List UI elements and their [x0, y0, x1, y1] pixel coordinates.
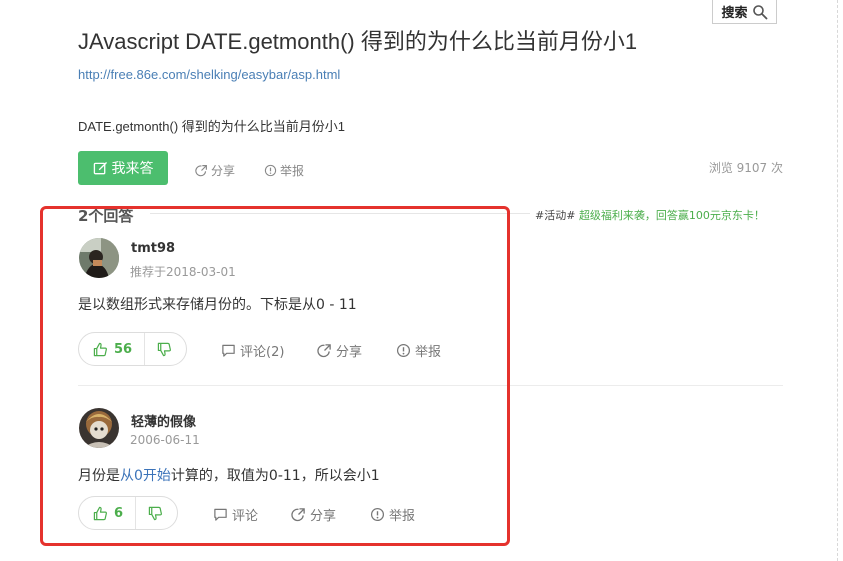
search-button[interactable]: 搜索	[712, 0, 777, 24]
share-icon	[317, 344, 331, 358]
answer-text: 是以数组形式来存储月份的。下标是从0 - 11	[78, 297, 357, 313]
answer-share-label: 分享	[336, 345, 363, 360]
thumbs-down-icon	[157, 342, 172, 356]
answer-report-label: 举报	[415, 345, 442, 360]
answer-author[interactable]: tmt98	[131, 241, 175, 256]
vote-pill: 56	[78, 332, 188, 366]
comment-button[interactable]: 评论	[213, 505, 258, 524]
answer-text-prefix: 月份是	[78, 468, 120, 484]
question-body: DATE.getmonth() 得到的为什么比当前月份小1	[78, 119, 346, 134]
comment-label: 评论	[232, 509, 259, 524]
share-icon	[291, 508, 305, 522]
avatar[interactable]	[79, 408, 119, 448]
comment-icon	[222, 344, 235, 357]
upvote-count: 6	[114, 505, 124, 521]
answer-share-label: 分享	[310, 509, 337, 524]
report-icon	[264, 164, 277, 177]
search-icon	[752, 4, 767, 19]
answer-report-button[interactable]: 举报	[396, 341, 441, 360]
answers-heading-rule	[150, 213, 530, 214]
avatar-image	[79, 238, 119, 278]
share-icon	[195, 165, 207, 177]
question-title: JAvascript DATE.getmonth() 得到的为什么比当前月份小1	[78, 29, 638, 54]
thumbs-down-icon	[148, 506, 163, 520]
promo-text: 超级福利来袭，回答赢100元京东卡！	[578, 209, 765, 222]
downvote-button[interactable]	[145, 333, 186, 365]
question-report-label: 举报	[280, 164, 305, 178]
promo-tag: #活动#	[535, 209, 576, 222]
answer-author[interactable]: 轻薄的假像	[131, 411, 196, 430]
answer-report-label: 举报	[389, 509, 416, 524]
answer-inline-link[interactable]: 从0开始	[120, 468, 171, 484]
answer-question-button[interactable]: 我来答	[78, 151, 168, 185]
page-edge-divider	[837, 0, 838, 561]
comment-button[interactable]: 评论(2)	[221, 341, 284, 360]
report-icon	[370, 507, 385, 522]
upvote-button[interactable]: 6	[79, 497, 137, 529]
answers-count-heading: 2个回答	[78, 207, 134, 225]
question-report-button[interactable]: 举报	[264, 162, 304, 179]
report-icon	[396, 343, 411, 358]
downvote-button[interactable]	[136, 497, 177, 529]
thumbs-up-icon	[93, 506, 107, 520]
answer-divider	[78, 385, 783, 386]
comment-label: 评论(2)	[240, 345, 285, 360]
question-share-label: 分享	[211, 164, 236, 178]
answer-text: 月份是从0开始计算的，取值为0-11，所以会小1	[78, 465, 380, 485]
upvote-count: 56	[114, 341, 133, 357]
edit-icon	[93, 161, 107, 174]
answer-report-button[interactable]: 举报	[370, 505, 415, 524]
view-count: 浏览 9107 次	[708, 161, 783, 175]
avatar-image	[79, 408, 119, 448]
answer-text-suffix: 计算的，取值为0-11，所以会小1	[170, 468, 380, 484]
answer-share-button[interactable]: 分享	[317, 341, 362, 360]
question-share-button[interactable]: 分享	[195, 162, 235, 179]
question-source-link[interactable]: http://free.86e.com/shelking/easybar/asp…	[78, 67, 340, 82]
answer-date: 2006-06-11	[130, 433, 200, 447]
comment-icon	[214, 508, 227, 521]
promo-banner[interactable]: #活动# 超级福利来袭，回答赢100元京东卡！	[535, 207, 765, 223]
vote-pill: 6	[78, 496, 179, 530]
answer-share-button[interactable]: 分享	[291, 505, 336, 524]
avatar[interactable]	[79, 238, 119, 278]
answer-date: 推荐于2018-03-01	[130, 265, 236, 279]
thumbs-up-icon	[93, 342, 107, 356]
upvote-button[interactable]: 56	[79, 333, 146, 365]
answer-question-label: 我来答	[111, 161, 154, 177]
search-button-label: 搜索	[721, 6, 748, 21]
